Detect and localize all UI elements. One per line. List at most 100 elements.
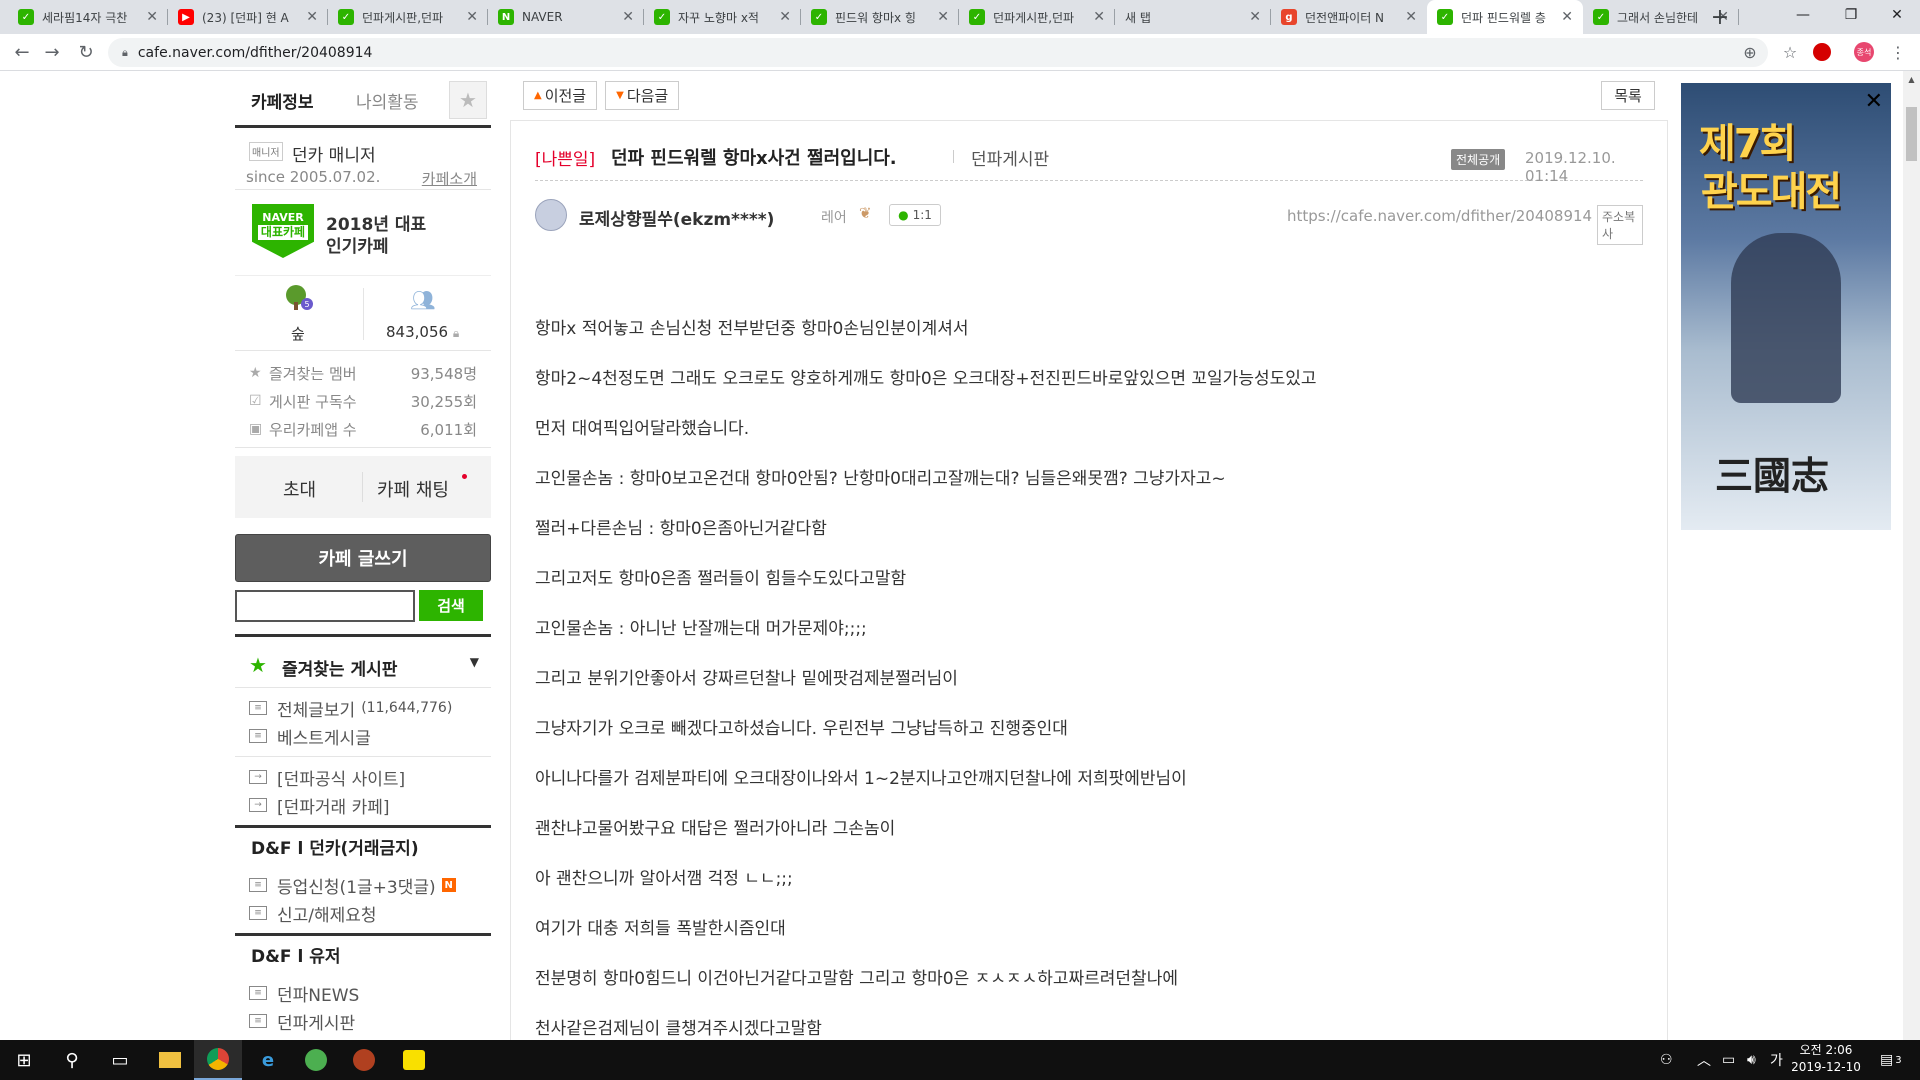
zoom-icon[interactable]: ⊕ (1736, 38, 1764, 66)
task-view-icon[interactable]: ▭ (96, 1040, 144, 1080)
tab-close-icon[interactable]: ✕ (1249, 9, 1261, 25)
sidebar-menu-item[interactable]: ≡ 신고/해제요청 (249, 899, 477, 927)
menu-kebab-icon[interactable]: ⋮ (1884, 38, 1912, 66)
scroll-up-icon[interactable]: ▲ (1903, 71, 1920, 88)
kakaotalk-icon[interactable] (390, 1040, 438, 1080)
tab-close-icon[interactable]: ✕ (779, 9, 791, 25)
reload-button[interactable]: ↻ (72, 38, 100, 66)
tab-cafe-info[interactable]: 카페정보 (251, 88, 314, 113)
new-tab-button[interactable]: + (1706, 0, 1734, 34)
sidebar-menu-item[interactable]: ≡ 던파NEWS (249, 979, 477, 1007)
sidebar-menu-item[interactable]: → [던파공식 사이트] (249, 763, 477, 791)
minimize-button[interactable]: — (1780, 0, 1826, 30)
author-nickname[interactable]: 로제상향필쑤(ekzm****) (579, 205, 774, 230)
forward-button[interactable]: → (38, 38, 66, 66)
cafe-actions: 초대 카페 채팅 (235, 456, 491, 518)
menu-item-label: [던파거래 카페] (277, 797, 390, 818)
author-avatar[interactable] (535, 199, 567, 231)
down-arrow-icon: ▼ (616, 90, 624, 101)
browser-tab[interactable]: ✓ 던파게시판,던파 ✕ (328, 0, 488, 34)
tab-close-icon[interactable]: ✕ (146, 9, 158, 25)
dropdown-arrow-icon[interactable]: ▼ (470, 655, 479, 669)
list-button[interactable]: 목록 (1601, 81, 1655, 110)
tray-person-icon[interactable]: ⚇ (1660, 1040, 1673, 1080)
tab-close-icon[interactable]: ✕ (1561, 9, 1573, 25)
bookmark-star-icon[interactable]: ☆ (1776, 38, 1804, 66)
tab-close-icon[interactable]: ✕ (937, 9, 949, 25)
tab-close-icon[interactable]: ✕ (466, 9, 478, 25)
browser-tab[interactable]: ✓ 자꾸 노향마 x적 ✕ (644, 0, 801, 34)
menu-trade: ≡ 등업신청(1글+3댓글) N ≡ 신고/해제요청 (235, 865, 491, 933)
next-post-button[interactable]: ▼ 다음글 (605, 81, 680, 110)
browser-tab[interactable]: ✓ 던파게시판,던파 ✕ (959, 0, 1115, 34)
browser-tab[interactable]: g 던전앤파이터 N ✕ (1271, 0, 1427, 34)
app-game-icon[interactable] (340, 1040, 388, 1080)
info-label: 즐겨찾는 멤버 (269, 364, 357, 383)
info-row-icon: ☑ (249, 393, 262, 409)
sidebar-menu-item[interactable]: ≡ 등업신청(1글+3댓글) N (249, 871, 477, 899)
page-scrollbar[interactable]: ▲ (1903, 71, 1920, 1040)
cafe-search-input[interactable] (235, 590, 415, 622)
article-paragraph: 고인물손놈 : 항마0보고온건대 항마0안됨? 난항마0대리고잘깨는대? 님들은… (535, 469, 1226, 489)
app-green-icon[interactable] (292, 1040, 340, 1080)
tab-close-icon[interactable]: ✕ (1093, 9, 1105, 25)
chat-1to1-button[interactable]: ● 1:1 (889, 204, 941, 226)
maximize-button[interactable]: ❐ (1828, 0, 1874, 30)
taskbar-clock[interactable]: 오전 2:06 2019-12-10 (1786, 1042, 1866, 1076)
article-title: 던파 핀드워렐 항마x사건 쩔러입니다. (611, 148, 897, 169)
internet-explorer-icon[interactable]: e (244, 1040, 292, 1080)
scroll-thumb[interactable] (1906, 107, 1917, 161)
ad-close-icon[interactable]: ✕ (1865, 89, 1883, 114)
ad-banner[interactable]: 제7회 관도대전 三國志 ✕ (1681, 83, 1891, 530)
windows-start-icon[interactable]: ⊞ (0, 1040, 48, 1080)
browser-tab[interactable]: ▶ (23) [던파] 현 A ✕ (168, 0, 328, 34)
tray-chevron-icon[interactable]: ︿ (1697, 1040, 1711, 1080)
browser-tab[interactable]: 새 탭 ✕ (1115, 0, 1271, 34)
sidebar-menu-item[interactable]: ≡ 전체글보기 (11,644,776) (249, 694, 477, 722)
since-date: since 2005.07.02. (246, 168, 381, 186)
search-button[interactable]: 검색 (419, 590, 483, 621)
article-paragraph: 고인물손놈 : 아니난 난잘깨는대 머가문제야;;;; (535, 619, 867, 639)
naver-award-badge-icon: NAVER 대표카페 (252, 204, 314, 258)
tray-network-icon[interactable]: ▭ (1722, 1040, 1735, 1080)
browser-tab[interactable]: ✓ 세라핌14자 극찬 ✕ (8, 0, 168, 34)
back-button[interactable]: ← (8, 38, 36, 66)
cafe-info-list: ★ 즐겨찾는 멤버 93,548명 ☑ 게시판 구독수 30,255회 ▣ 우리카페앱 수 6,… (235, 351, 491, 448)
tray-volume-icon[interactable]: 🔊︎ (1747, 1040, 1756, 1080)
manager-name[interactable]: 던카 매니저 (292, 141, 376, 166)
board-list-icon: ≡ (249, 701, 267, 715)
actions-divider (362, 472, 363, 502)
sidebar-menu-item[interactable]: → [던파거래 카페] (249, 791, 477, 819)
tab-title: NAVER (522, 10, 563, 24)
close-window-button[interactable]: ✕ (1874, 0, 1920, 30)
browser-tab[interactable]: N NAVER ✕ (488, 0, 644, 34)
extension-icon[interactable] (1808, 38, 1836, 66)
favorite-star-icon[interactable]: ★ (449, 81, 487, 119)
copy-url-button[interactable]: 주소복사 (1597, 205, 1643, 245)
menu-links: → [던파공식 사이트] → [던파거래 카페] (235, 756, 491, 825)
browser-tab[interactable]: ✓ 핀드워 항마x 힝 ✕ (801, 0, 959, 34)
prev-post-button[interactable]: ▲ 이전글 (523, 81, 598, 110)
chrome-icon[interactable] (194, 1040, 242, 1080)
favorite-boards-header[interactable]: ★ 즐겨찾는 게시판 ▼ (235, 634, 491, 688)
address-bar[interactable]: 🔒︎ cafe.naver.com/dfither/20408914 (108, 38, 1768, 67)
menu-item-label: 전체글보기 (277, 700, 356, 721)
tab-close-icon[interactable]: ✕ (622, 9, 634, 25)
invite-button[interactable]: 초대 (283, 476, 316, 502)
board-link[interactable]: 던파게시판 (971, 145, 1049, 170)
cafe-intro-link[interactable]: 카페소개 (422, 168, 477, 189)
tab-close-icon[interactable]: ✕ (306, 9, 318, 25)
tray-ime-icon[interactable]: 가 (1770, 1040, 1783, 1080)
search-icon[interactable]: ⚲ (48, 1040, 96, 1080)
notification-icon[interactable]: ▤ 3 (1880, 1040, 1902, 1080)
profile-avatar[interactable]: 종석 (1850, 38, 1878, 66)
write-post-button[interactable]: 카페 글쓰기 (235, 534, 491, 582)
browser-tab[interactable]: ✓ 던파 핀드워렐 층 ✕ (1427, 0, 1583, 34)
sidebar-menu-item[interactable]: ≡ 던파게시판 (249, 1007, 477, 1035)
tab-my-activity[interactable]: 나의활동 (356, 88, 419, 113)
cafe-chat-button[interactable]: 카페 채팅 (377, 476, 449, 502)
tab-title: 던파게시판,던파 (362, 10, 444, 25)
sidebar-menu-item[interactable]: ≡ 베스트게시글 (249, 722, 477, 750)
file-explorer-icon[interactable] (146, 1040, 194, 1080)
tab-close-icon[interactable]: ✕ (1405, 9, 1417, 25)
